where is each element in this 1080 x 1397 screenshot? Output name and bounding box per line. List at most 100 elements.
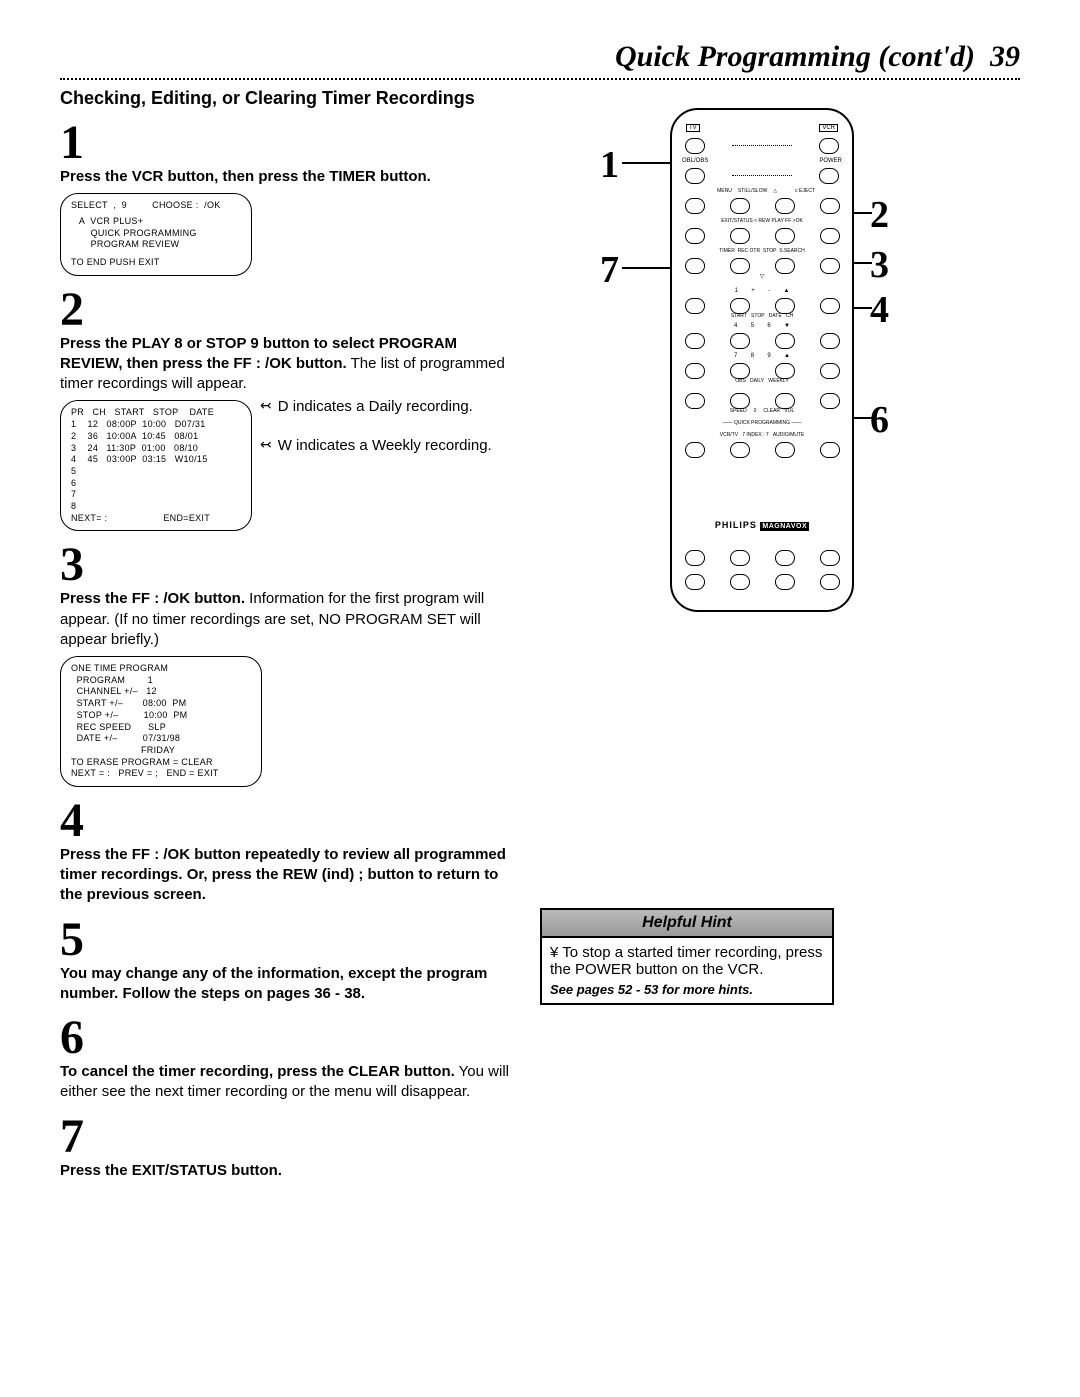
bottom-btn-4[interactable] xyxy=(820,574,840,590)
stop-button[interactable] xyxy=(775,258,795,274)
up-button[interactable] xyxy=(775,198,795,214)
osd3-l10: NEXT = : PREV = ; END = EXIT xyxy=(71,768,251,780)
num-5-button[interactable] xyxy=(730,333,750,349)
callout-6: 6 xyxy=(870,398,889,442)
step-number-3: 3 xyxy=(60,541,520,589)
step-text-5: You may change any of the information, e… xyxy=(60,964,520,1005)
num-1-button[interactable] xyxy=(685,298,705,314)
osd-screen-3: ONE TIME PROGRAM PROGRAM 1 CHANNEL +/– 1… xyxy=(60,656,262,787)
osd1-line1: SELECT , 9 CHOOSE : /OK xyxy=(71,200,241,212)
legend-weekly: W indicates a Weekly recording. xyxy=(278,437,492,454)
rc-dots xyxy=(732,175,792,184)
rew-button[interactable] xyxy=(730,228,750,244)
timer-button[interactable] xyxy=(685,258,705,274)
num-7-button[interactable] xyxy=(685,363,705,379)
obl-button[interactable] xyxy=(685,168,705,184)
bottom-btn-6[interactable] xyxy=(730,550,750,566)
index-next-button[interactable] xyxy=(775,442,795,458)
step-text-7: Press the EXIT/STATUS button. xyxy=(60,1161,520,1181)
callout-1: 1 xyxy=(600,143,619,187)
osd3-l1: ONE TIME PROGRAM xyxy=(71,663,251,675)
bottom-btn-2[interactable] xyxy=(730,574,750,590)
osd3-l4: START +/– 08:00 PM xyxy=(71,698,251,710)
num-2-button[interactable] xyxy=(730,298,750,314)
num-4-button[interactable] xyxy=(685,333,705,349)
osd3-l7: DATE +/– 07/31/98 xyxy=(71,733,251,745)
bottom-btn-5[interactable] xyxy=(685,550,705,566)
remote-brand: PHILIPS MAGNAVOX xyxy=(672,520,852,530)
callout-line xyxy=(622,267,670,269)
step-number-1: 1 xyxy=(60,119,520,167)
osd3-l8: FRIDAY xyxy=(71,745,251,757)
step-number-5: 5 xyxy=(60,916,520,964)
instructions-column: Checking, Editing, or Clearing Timer Rec… xyxy=(60,88,520,1181)
ff-ok-button[interactable] xyxy=(820,228,840,244)
ssearch-button[interactable] xyxy=(820,258,840,274)
osd2-r1: 1 12 08:00P 10:00 D07/31 xyxy=(71,419,241,431)
bottom-btn-8[interactable] xyxy=(820,550,840,566)
legend-daily: D indicates a Daily recording. xyxy=(278,398,473,415)
step-text-2: Press the PLAY 8 or STOP 9 button to sel… xyxy=(60,334,520,395)
osd3-l3: CHANNEL +/– 12 xyxy=(71,686,251,698)
power-button[interactable] xyxy=(819,168,839,184)
vcr-button[interactable] xyxy=(819,138,839,154)
osd3-l6: REC SPEED SLP xyxy=(71,722,251,734)
vol-up-button[interactable] xyxy=(820,363,840,379)
step-number-4: 4 xyxy=(60,797,520,845)
osd1-line5: TO END PUSH EXIT xyxy=(71,257,241,269)
bottom-btn-1[interactable] xyxy=(685,574,705,590)
exit-status-button[interactable] xyxy=(685,228,705,244)
callout-3: 3 xyxy=(870,243,889,287)
osd1-line2: A VCR PLUS+ xyxy=(71,216,241,228)
helpful-hint-box: Helpful Hint ¥ To stop a started timer r… xyxy=(540,908,834,1005)
bottom-btn-3[interactable] xyxy=(775,574,795,590)
num-8-button[interactable] xyxy=(730,363,750,379)
vol-down-button[interactable] xyxy=(820,393,840,409)
audio-mute-button[interactable] xyxy=(820,442,840,458)
vcrtv-button[interactable] xyxy=(685,442,705,458)
rc-label-row1: TV VCR xyxy=(672,124,852,132)
num-3-button[interactable] xyxy=(775,298,795,314)
osd1-line4: PROGRAM REVIEW xyxy=(71,239,241,251)
osd2-footer: NEXT= : END=EXIT xyxy=(71,513,241,525)
play-button[interactable] xyxy=(775,228,795,244)
step-text-6: To cancel the timer recording, press the… xyxy=(60,1062,520,1103)
title-text: Quick Programming (cont'd) xyxy=(615,40,975,73)
divider xyxy=(60,78,1020,80)
hint-body: ¥ To stop a started timer recording, pre… xyxy=(550,944,824,978)
bottom-btn-7[interactable] xyxy=(775,550,795,566)
num-6-button[interactable] xyxy=(775,333,795,349)
speed-button[interactable] xyxy=(685,393,705,409)
step-text-4: Press the FF : /OK button repeatedly to … xyxy=(60,845,520,906)
callout-2: 2 xyxy=(870,193,889,237)
callout-line xyxy=(622,162,670,164)
osd2-r3: 3 24 11:30P 01:00 08/10 xyxy=(71,443,241,455)
remote-control-diagram: 1 7 2 3 4 6 TV VCR OBL/OBSPOWER xyxy=(610,108,910,728)
rec-button[interactable] xyxy=(730,258,750,274)
osd-screen-2: PR CH START STOP DATE 1 12 08:00P 10:00 … xyxy=(60,400,252,531)
page-title: Quick Programming (cont'd) 39 xyxy=(60,40,1020,74)
osd2-r2: 2 36 10:00A 10:45 08/01 xyxy=(71,431,241,443)
menu-button[interactable] xyxy=(685,198,705,214)
rc-dots xyxy=(732,145,792,154)
index-prev-button[interactable] xyxy=(730,442,750,458)
osd-screen-1: SELECT , 9 CHOOSE : /OK A VCR PLUS+ QUIC… xyxy=(60,193,252,275)
section-heading: Checking, Editing, or Clearing Timer Rec… xyxy=(60,88,520,109)
osd2-r4: 4 45 03:00P 03:15 W10/15 xyxy=(71,454,241,466)
callout-4: 4 xyxy=(870,288,889,332)
osd2-r8: 8 xyxy=(71,501,241,513)
ch-up-button[interactable] xyxy=(820,298,840,314)
still-button[interactable] xyxy=(730,198,750,214)
clear-button[interactable] xyxy=(775,393,795,409)
num-9-button[interactable] xyxy=(775,363,795,379)
num-0-button[interactable] xyxy=(730,393,750,409)
ch-down-button[interactable] xyxy=(820,333,840,349)
step-number-6: 6 xyxy=(60,1014,520,1062)
osd2-header: PR CH START STOP DATE xyxy=(71,407,241,419)
tv-button[interactable] xyxy=(685,138,705,154)
eject-button[interactable] xyxy=(820,198,840,214)
callout-7: 7 xyxy=(600,248,619,292)
osd2-r5: 5 xyxy=(71,466,241,478)
arrow-icon: ↢ xyxy=(260,437,272,451)
osd3-l5: STOP +/– 10:00 PM xyxy=(71,710,251,722)
